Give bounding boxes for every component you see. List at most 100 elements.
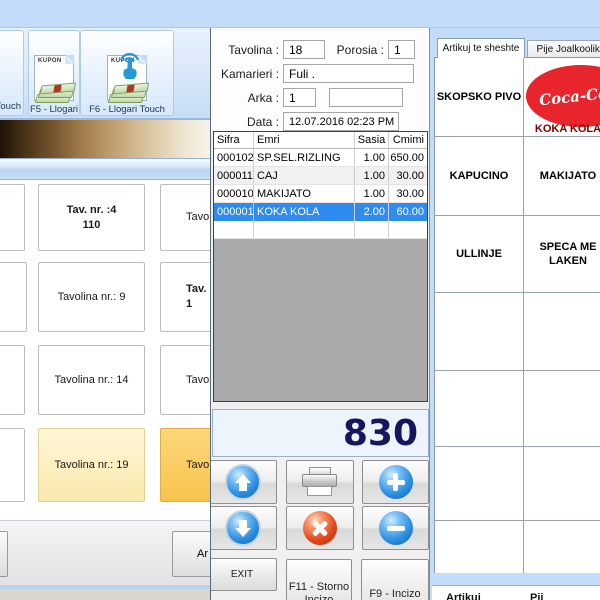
product-cell-empty[interactable] [435,521,524,573]
product-label: SPECA ME [539,240,596,254]
table-row[interactable]: 000011 CAJ 1.00 30.00 [214,167,427,185]
toolbar-button-label: F5 - Llogari [30,104,78,115]
printer-icon [302,467,338,498]
product-cell-empty[interactable] [524,521,600,573]
table-row[interactable]: 000010 MAKIJATO 1.00 30.00 [214,185,427,203]
move-down-button[interactable] [210,506,277,550]
product-speca-me-laken[interactable]: SPECA ME LAKEN [524,216,600,293]
product-label: KAPUCINO [450,169,509,183]
table-button-partial[interactable]: Tavoli [160,428,210,502]
table-button-label: Tav. [186,282,210,297]
product-cell-empty[interactable] [435,447,524,521]
bottom-tab-artikuj[interactable]: Artikuj [446,592,481,600]
tab-label: Pije Joalkoolike [537,44,600,55]
cell-sifra: 000010 [214,185,254,202]
cancel-button[interactable] [286,506,354,550]
f9-incizo-button[interactable]: F9 - Incizo [361,559,429,600]
table-button-partial[interactable] [0,428,25,502]
data-label: Data : [215,115,279,129]
porosia-value: 1 [394,43,401,57]
product-ullinje[interactable]: ULLINJE [435,216,524,293]
minus-icon [379,511,413,545]
tab-artikuj-te-sheshte[interactable]: Artikuj te sheshte [437,38,525,58]
kamarieri-label: Kamarieri : [215,67,279,81]
cell-empty [214,221,254,238]
table-button-tav14[interactable]: Tavolina nr.: 14 [38,345,145,415]
touch-hand-icon [115,50,143,84]
table-button-tav9[interactable]: Tavolina nr.: 9 [38,262,145,332]
table-row-selected[interactable]: 000001 KOKA KOLA 2.00 60.00 [214,203,427,221]
col-header-sasia[interactable]: Sasia [355,132,389,148]
table-button-partial[interactable] [0,345,25,415]
money-stack-icon [35,81,79,103]
table-button-partial[interactable] [0,262,27,332]
table-button-tav4[interactable]: Tav. nr. :4 110 [38,184,145,251]
product-label: KOKA KOLA [524,122,600,136]
product-skopsko-pivo[interactable]: SKOPSKO PIVO [435,58,524,137]
cell-empty [355,221,389,238]
exit-button[interactable]: EXIT [210,558,277,591]
cell-emri: KOKA KOLA [254,203,355,221]
tavolina-field[interactable]: 18 [283,40,325,59]
col-header-sifra[interactable]: Sifra [214,132,254,148]
product-cell-empty[interactable] [435,293,524,371]
table-button-sublabel: 110 [39,218,144,233]
table-row[interactable]: 000102 SP.SEL.RIZLING 1.00 650.00 [214,149,427,167]
table-button-tav19[interactable]: Tavolina nr.: 19 [38,428,145,502]
footer-button-partial[interactable] [0,531,8,577]
kamarieri-value: Fuli . [289,67,315,81]
cell-sasia: 1.00 [355,149,389,166]
table-button-label: Tav. nr. :4 [39,203,144,218]
porosia-label: Porosia : [329,43,384,57]
cell-empty [254,221,355,238]
bottom-tab-pije[interactable]: Pij [530,592,543,600]
up-arrow-icon [225,464,261,500]
arka-secondary-field[interactable] [329,88,403,107]
arka-field[interactable]: 1 [283,88,316,107]
llogari-touch-partial-button[interactable]: Touch [0,30,24,116]
f6-llogari-touch-button[interactable]: KUPON F6 - Llogari Touch [80,30,174,116]
tab-pije-joalkoolike[interactable]: Pije Joalkoolike [527,40,600,58]
remove-item-button[interactable] [362,506,429,550]
pos-window: Touch KUPON F5 - Llogari KUPON [0,0,600,600]
product-cell-empty[interactable] [524,371,600,447]
data-field[interactable]: 12.07.2016 02:23 PM [283,112,399,131]
footer-button-partial[interactable]: Ar [172,531,210,577]
col-header-emri[interactable]: Emri [254,132,355,148]
panel-header-strip [0,158,210,180]
order-items-table: Sifra Emri Sasia Cmimi 000102 SP.SEL.RIZ… [213,131,428,402]
product-koka-kola[interactable]: Coca-Cola KOKA KOLA [524,58,600,137]
kamarieri-field[interactable]: Fuli . [283,64,414,83]
kupon-invoice-icon: KUPON [107,55,147,101]
table-button-partial[interactable] [0,184,25,251]
window-edge-strip [0,589,210,600]
cell-emri: SP.SEL.RIZLING [254,149,355,166]
cell-cmimi: 60.00 [389,203,427,221]
table-button-partial[interactable]: Tavol [160,184,210,251]
add-item-button[interactable] [362,460,429,504]
tavolina-value: 18 [289,43,302,57]
table-button-label: Tavolina nr.: 19 [39,458,144,473]
footer-button-label: Ar [197,548,208,560]
product-cell-empty[interactable] [435,371,524,447]
table-button-partial[interactable]: Tavoli [160,345,210,415]
cell-sasia: 1.00 [355,167,389,184]
f11-storno-button[interactable]: F11 - Storno Incizo [286,559,352,600]
product-cell-empty[interactable] [524,447,600,521]
f5-llogari-button[interactable]: KUPON F5 - Llogari [28,30,80,116]
table-button-label: Tavolina nr.: 9 [39,290,144,305]
plus-icon [379,465,413,499]
down-arrow-icon [225,510,261,546]
product-makijato[interactable]: MAKIJATO [524,137,600,216]
table-button-partial[interactable]: Tav. 1 [160,262,210,332]
product-cell-empty[interactable] [524,293,600,371]
arka-label: Arka : [215,91,279,105]
bottom-tab-strip: Artikuj Pij [432,585,600,600]
print-button[interactable] [286,460,354,504]
product-kapucino[interactable]: KAPUCINO [435,137,524,216]
table-button-label: Tavoli [186,373,210,388]
product-label: SKOPSKO PIVO [437,90,521,104]
col-header-cmimi[interactable]: Cmimi [389,132,427,148]
porosia-field[interactable]: 1 [388,40,415,59]
move-up-button[interactable] [210,460,277,504]
